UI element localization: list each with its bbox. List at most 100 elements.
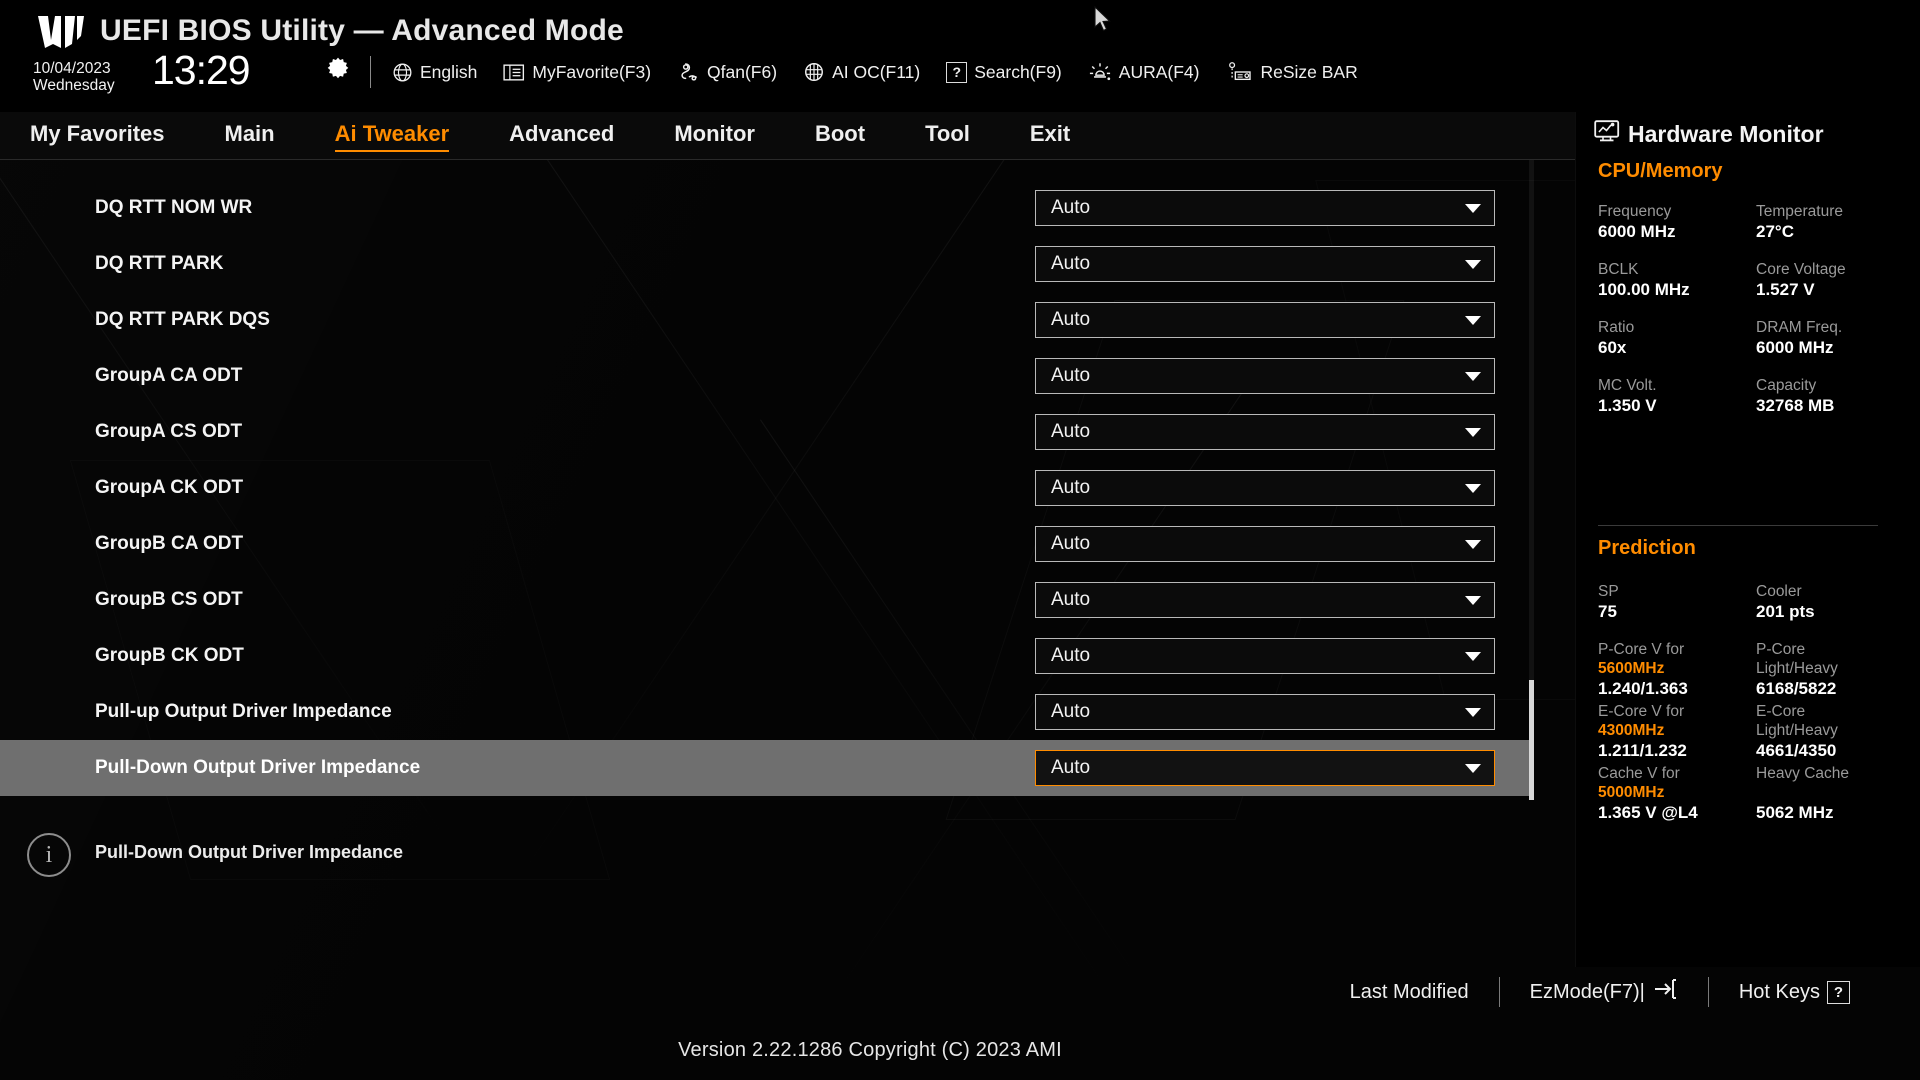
toolbar-label: Search(F9) (974, 61, 1062, 82)
setting-label: GroupA CA ODT (95, 365, 243, 386)
setting-dropdown[interactable]: Auto (1035, 470, 1495, 506)
resize-bar-icon (1225, 61, 1253, 83)
hw-value: 6000 MHz (1598, 222, 1676, 241)
qfan-icon (677, 61, 700, 83)
tab-boot[interactable]: Boot (815, 121, 865, 151)
last-modified-button[interactable]: Last Modified (1320, 981, 1499, 1004)
hw-key: Ratio (1598, 319, 1635, 336)
hw-cell: Cache V for 5000MHz 1.365 V @L4 (1598, 764, 1756, 824)
section-cpu-memory: CPU/Memory (1598, 160, 1723, 182)
setting-dropdown[interactable]: Auto (1035, 246, 1495, 282)
hw-key-accent: 4300MHz (1598, 722, 1665, 739)
main-navigation: My Favorites Main Ai Tweaker Advanced Mo… (0, 112, 1575, 160)
ezmode-button[interactable]: EzMode(F7)| (1500, 978, 1708, 1006)
toolbar-item-language[interactable]: English (392, 62, 477, 83)
table-row[interactable]: DQ RTT NOM WR Auto (0, 180, 1533, 236)
hw-pair: E-Core V for 4300MHz 1.211/1.232 E-Core … (1598, 702, 1898, 762)
date-display: 10/04/2023 Wednesday (33, 60, 115, 94)
table-row[interactable]: DQ RTT PARK Auto (0, 236, 1533, 292)
setting-dropdown[interactable]: Auto (1035, 638, 1495, 674)
scrollbar-thumb[interactable] (1529, 680, 1534, 800)
setting-dropdown[interactable]: Auto (1035, 526, 1495, 562)
setting-dropdown[interactable]: Auto (1035, 694, 1495, 730)
hw-key: Capacity (1756, 377, 1817, 394)
hw-pair: Ratio 60x DRAM Freq. 6000 MHz (1598, 318, 1898, 359)
toolbar-label: MyFavorite(F3) (532, 61, 652, 82)
setting-value: Auto (1051, 365, 1091, 386)
table-row[interactable]: Pull-up Output Driver Impedance Auto (0, 684, 1533, 740)
gear-icon[interactable] (325, 56, 351, 87)
hw-key: Light/Heavy (1756, 722, 1838, 739)
setting-label: DQ RTT PARK (95, 253, 224, 274)
tab-advanced[interactable]: Advanced (509, 121, 614, 151)
setting-label: GroupB CA ODT (95, 533, 244, 554)
toolbar-item-search[interactable]: ? Search(F9) (946, 61, 1062, 83)
question-box-icon: ? (946, 61, 968, 83)
setting-value: Auto (1051, 645, 1091, 666)
hw-key: Cache V for (1598, 765, 1680, 782)
table-row[interactable]: GroupA CS ODT Auto (0, 404, 1533, 460)
table-row[interactable]: GroupB CS ODT Auto (0, 572, 1533, 628)
hotkeys-label: Hot Keys (1738, 980, 1820, 1003)
tab-my-favorites[interactable]: My Favorites (30, 121, 165, 151)
table-row[interactable]: GroupB CK ODT Auto (0, 628, 1533, 684)
setting-dropdown[interactable]: Auto (1035, 582, 1495, 618)
hw-value: 100.00 MHz (1598, 280, 1690, 299)
hw-key: BCLK (1598, 261, 1639, 278)
toolbar-item-qfan[interactable]: Qfan(F6) (677, 61, 777, 83)
tab-tool[interactable]: Tool (925, 121, 970, 151)
setting-dropdown[interactable]: Auto (1035, 358, 1495, 394)
hardware-monitor-panel: Hardware Monitor CPU/Memory Frequency 60… (1575, 112, 1920, 967)
weekday-value: Wednesday (33, 77, 115, 94)
toolbar-label: AURA(F4) (1118, 61, 1200, 82)
hotkeys-button[interactable]: Hot Keys ? (1709, 980, 1880, 1004)
bios-screen: UEFI BIOS Utility — Advanced Mode 10/04/… (0, 0, 1920, 1080)
table-row[interactable]: GroupB CA ODT Auto (0, 516, 1533, 572)
last-modified-label: Last Modified (1349, 980, 1469, 1003)
toolbar-item-myfavorite[interactable]: MyFavorite(F3) (503, 62, 651, 83)
chevron-down-icon (1465, 483, 1481, 493)
hw-cell: MC Volt. 1.350 V (1598, 376, 1756, 417)
setting-dropdown-focused[interactable]: Auto (1035, 750, 1495, 786)
setting-dropdown[interactable]: Auto (1035, 302, 1495, 338)
hw-cell: Capacity 32768 MB (1756, 376, 1898, 417)
setting-value: Auto (1051, 701, 1091, 722)
date-value: 10/04/2023 (33, 60, 111, 77)
chevron-down-icon (1465, 595, 1481, 605)
setting-dropdown[interactable]: Auto (1035, 190, 1495, 226)
toolbar-label: English (420, 61, 478, 82)
table-row-selected[interactable]: Pull-Down Output Driver Impedance Auto (0, 740, 1533, 796)
toolbar-item-ai-oc[interactable]: AI OC(F11) (803, 61, 920, 83)
hw-value: 60x (1598, 338, 1627, 357)
monitor-graph-icon (1594, 120, 1620, 148)
tuf-gaming-logo-icon (36, 14, 86, 52)
hw-key: SP (1598, 583, 1619, 600)
hw-cell: Cooler 201 pts (1756, 582, 1898, 623)
aura-icon (1088, 61, 1112, 83)
tab-monitor[interactable]: Monitor (674, 121, 755, 151)
chevron-down-icon (1465, 539, 1481, 549)
chevron-down-icon (1465, 315, 1481, 325)
table-row[interactable]: GroupA CK ODT Auto (0, 460, 1533, 516)
toolbar-item-resize-bar[interactable]: ReSize BAR (1225, 61, 1358, 83)
hw-value: 75 (1598, 602, 1617, 621)
tab-ai-tweaker[interactable]: Ai Tweaker (334, 121, 449, 152)
setting-dropdown[interactable]: Auto (1035, 414, 1495, 450)
hw-cell: E-Core Light/Heavy 4661/4350 (1756, 702, 1898, 762)
setting-value: Auto (1051, 533, 1091, 554)
table-row[interactable]: GroupA CA ODT Auto (0, 348, 1533, 404)
settings-list: DQ RTT NOM WR Auto DQ RTT PARK Auto DQ R… (0, 160, 1533, 800)
chevron-down-icon (1465, 651, 1481, 661)
hw-pair: Frequency 6000 MHz Temperature 27°C (1598, 202, 1898, 243)
table-row[interactable]: DQ RTT PARK DQS Auto (0, 292, 1533, 348)
tab-exit[interactable]: Exit (1030, 121, 1070, 151)
cpu-memory-grid: Frequency 6000 MHz Temperature 27°C BCLK… (1598, 202, 1898, 434)
chevron-down-icon (1465, 259, 1481, 269)
toolbar-item-aura[interactable]: AURA(F4) (1088, 61, 1200, 83)
hw-value: 1.527 V (1756, 280, 1815, 299)
hw-cell: P-Core Light/Heavy 6168/5822 (1756, 640, 1898, 700)
hw-key: MC Volt. (1598, 377, 1657, 394)
setting-value: Auto (1051, 253, 1091, 274)
hw-value: 1.350 V (1598, 396, 1657, 415)
tab-main[interactable]: Main (225, 121, 275, 151)
